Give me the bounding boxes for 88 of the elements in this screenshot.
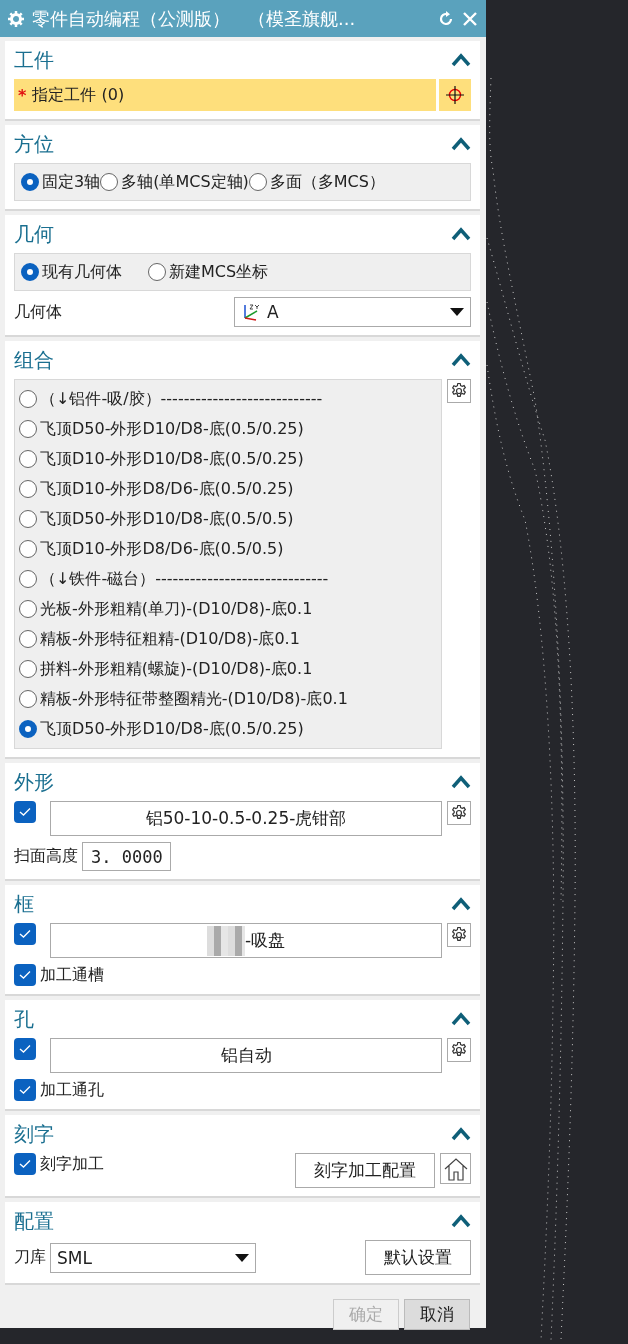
- checkmark-icon: [19, 807, 31, 817]
- checkmark-icon: [19, 1159, 31, 1169]
- redacted-block: [206, 925, 245, 956]
- collapse-chevron-icon[interactable]: [451, 1214, 471, 1228]
- settings-button[interactable]: [447, 801, 471, 825]
- section-title: 配置: [14, 1207, 54, 1235]
- collapse-chevron-icon[interactable]: [451, 353, 471, 367]
- home-button[interactable]: [440, 1153, 471, 1184]
- radio-option[interactable]: 飞顶D10-外形D8/D6-底(0.5/0.25): [19, 474, 437, 504]
- settings-icon: [450, 1041, 468, 1059]
- checkbox[interactable]: [14, 1153, 36, 1175]
- radio-option[interactable]: 飞顶D10-外形D10/D8-底(0.5/0.25): [19, 444, 437, 474]
- radio-option[interactable]: 多面（多MCS）: [248, 171, 385, 193]
- checkbox[interactable]: [14, 1079, 36, 1101]
- field-label: 指定工件 (0): [32, 84, 125, 106]
- field-label: 刀库: [14, 1247, 46, 1268]
- checkmark-icon: [19, 1085, 31, 1095]
- dropdown-caret-icon: [235, 1253, 249, 1262]
- section-title: 方位: [14, 130, 54, 158]
- checkbox-option[interactable]: 加工通槽: [14, 964, 104, 986]
- radio-option[interactable]: 飞顶D10-外形D8/D6-底(0.5/0.5): [19, 534, 437, 564]
- checkbox[interactable]: [14, 964, 36, 986]
- radio-option[interactable]: 飞顶D50-外形D10/D8-底(0.5/0.5): [19, 504, 437, 534]
- radio-option[interactable]: 光板-外形粗精(单刀)-(D10/D8)-底0.1: [19, 594, 437, 624]
- close-icon: [462, 10, 478, 27]
- radio-option[interactable]: 新建MCS坐标: [148, 261, 269, 283]
- dropdown-caret-icon: [450, 308, 464, 316]
- section-title: 组合: [14, 346, 54, 374]
- radio-option[interactable]: 多轴(单MCS定轴): [100, 171, 249, 193]
- checkmark-icon: [19, 929, 31, 939]
- radio-option[interactable]: 拼料-外形粗精(螺旋)-(D10/D8)-底0.1: [19, 654, 437, 684]
- settings-icon: [450, 382, 468, 400]
- checkbox[interactable]: [14, 923, 36, 945]
- dropdown-value: SML: [57, 1247, 93, 1268]
- settings-icon: [450, 804, 468, 822]
- template-field[interactable]: 铝50-10-0.5-0.25-虎钳部: [50, 801, 442, 836]
- close-button[interactable]: [462, 10, 478, 27]
- checkbox-option[interactable]: 加工通孔: [14, 1079, 104, 1101]
- dropdown-value: A: [267, 302, 280, 322]
- settings-button[interactable]: [447, 379, 471, 403]
- radio-option[interactable]: （↓铁件-磁台）------------------------------: [19, 564, 437, 594]
- settings-button[interactable]: [447, 923, 471, 947]
- checkbox[interactable]: [14, 1038, 36, 1060]
- select-workpiece-field[interactable]: * 指定工件 (0): [14, 79, 436, 111]
- checkmark-icon: [19, 1044, 31, 1054]
- section-title: 工件: [14, 46, 54, 74]
- radio-option[interactable]: （↓铝件-吸/胶）----------------------------: [19, 384, 437, 414]
- coordinate-axes-icon: [241, 302, 261, 322]
- field-label: 几何体: [14, 301, 63, 323]
- collapse-chevron-icon[interactable]: [451, 775, 471, 789]
- section-title: 外形: [14, 768, 54, 796]
- crosshair-icon: [445, 85, 465, 105]
- height-input[interactable]: 3. 0000: [82, 842, 171, 871]
- radio-option[interactable]: 飞顶D50-外形D10/D8-底(0.5/0.25): [19, 714, 437, 744]
- default-settings-button[interactable]: 默认设置: [365, 1240, 471, 1275]
- collapse-chevron-icon[interactable]: [451, 1127, 471, 1141]
- field-label: 扫面高度: [14, 846, 78, 867]
- select-object-button[interactable]: [439, 79, 471, 111]
- tool-library-dropdown[interactable]: SML: [50, 1242, 256, 1273]
- section-title: 框: [14, 890, 34, 918]
- checkbox[interactable]: [14, 801, 36, 823]
- radio-option[interactable]: 精板-外形特征带整圈精光-(D10/D8)-底0.1: [19, 684, 437, 714]
- settings-button[interactable]: [447, 1038, 471, 1062]
- settings-icon: [450, 926, 468, 944]
- collapse-chevron-icon[interactable]: [451, 897, 471, 911]
- collapse-chevron-icon[interactable]: [451, 1012, 471, 1026]
- window-title: 零件自动编程（公测版） （模圣旗舰...: [32, 6, 357, 31]
- settings-icon: [8, 10, 24, 27]
- collapse-chevron-icon[interactable]: [451, 137, 471, 151]
- reset-button[interactable]: [438, 10, 454, 27]
- required-mark: *: [18, 85, 27, 105]
- engraving-config-button[interactable]: 刻字加工配置: [295, 1153, 435, 1188]
- checkbox-option[interactable]: 刻字加工: [14, 1153, 104, 1175]
- collapse-chevron-icon[interactable]: [451, 53, 471, 67]
- reset-icon: [438, 10, 454, 27]
- template-field[interactable]: -吸盘: [50, 923, 442, 958]
- section-title: 刻字: [14, 1120, 54, 1148]
- checkmark-icon: [19, 970, 31, 980]
- radio-option[interactable]: 精板-外形特征粗精-(D10/D8)-底0.1: [19, 624, 437, 654]
- collapse-chevron-icon[interactable]: [451, 227, 471, 241]
- section-title: 几何: [14, 220, 54, 248]
- template-field[interactable]: 铝自动: [50, 1038, 442, 1073]
- geometry-dropdown[interactable]: A: [234, 297, 471, 327]
- section-title: 孔: [14, 1005, 34, 1033]
- radio-option[interactable]: 飞顶D50-外形D10/D8-底(0.5/0.25): [19, 414, 437, 444]
- radio-option[interactable]: 固定3轴: [21, 171, 101, 193]
- radio-option[interactable]: 现有几何体: [21, 261, 122, 283]
- dialog-button[interactable]: 取消: [404, 1299, 470, 1330]
